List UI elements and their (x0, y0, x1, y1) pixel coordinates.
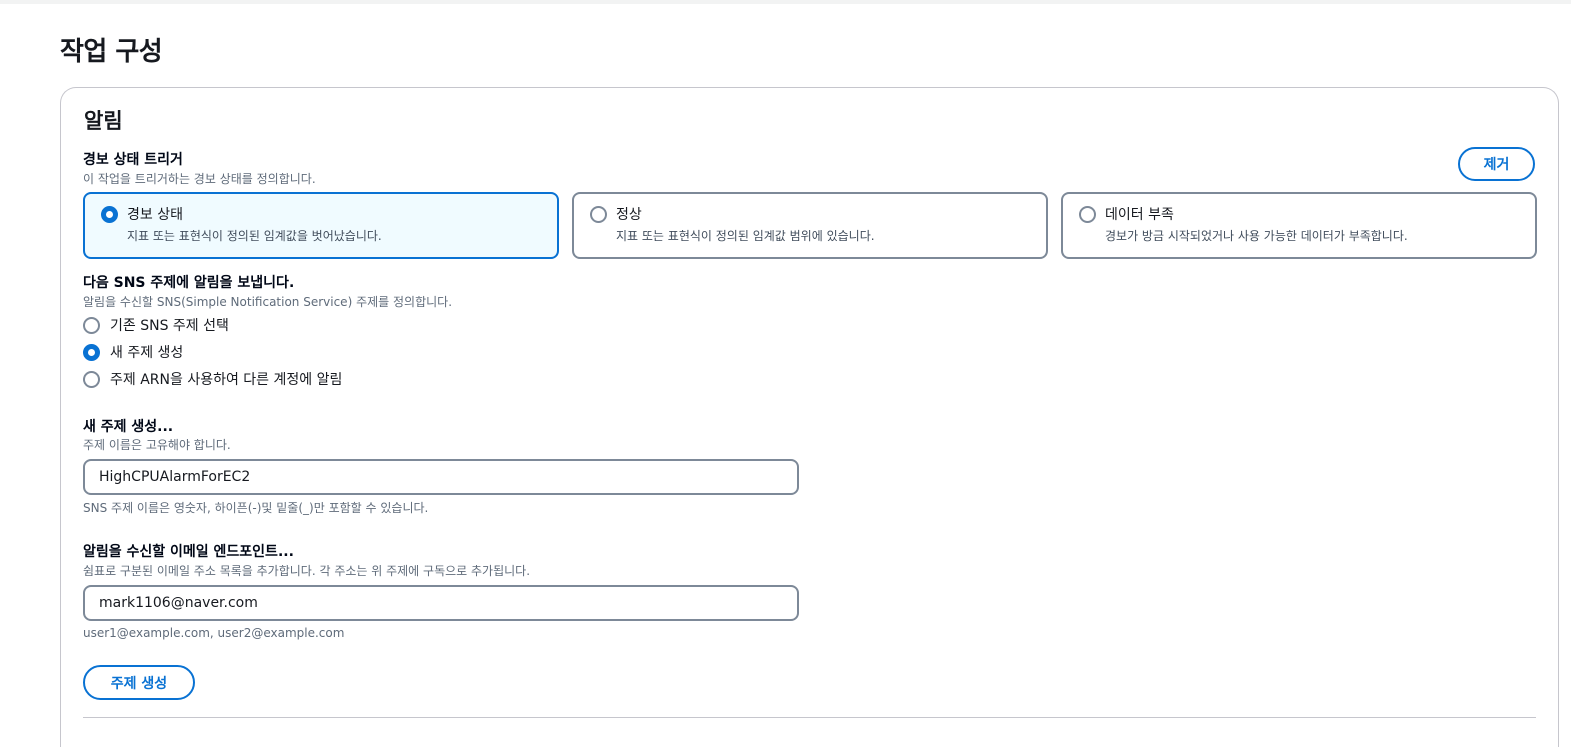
trigger-description: 이 작업을 트리거하는 경보 상태를 정의합니다. (83, 172, 316, 186)
email-hint: user1@example.com, user2@example.com (83, 626, 345, 640)
topic-name-hint: SNS 주제 이름은 영숫자, 하이픈(-)및 밑줄(_)만 포함할 수 있습니… (83, 501, 429, 515)
tile-label: 정상 (616, 207, 642, 223)
tile-label: 데이터 부족 (1105, 207, 1174, 223)
tile-description: 지표 또는 표현식이 정의된 임계값을 벗어났습니다. (127, 229, 382, 243)
sns-description: 알림을 수신할 SNS(Simple Notification Service)… (83, 295, 453, 309)
email-description: 쉼표로 구분된 이메일 주소 목록을 추가합니다. 각 주소는 위 주제에 구독… (83, 564, 531, 578)
tile-description: 지표 또는 표현식이 정의된 임계값 범위에 있습니다. (616, 229, 875, 243)
radio-existing-topic[interactable] (83, 317, 100, 334)
tile-label: 경보 상태 (127, 207, 183, 223)
radio-in-alarm[interactable] (101, 206, 118, 223)
tile-insufficient-data[interactable]: 데이터 부족 경보가 방금 시작되었거나 사용 가능한 데이터가 부족합니다. (1061, 192, 1537, 259)
topic-name-input[interactable] (83, 459, 799, 495)
tile-description: 경보가 방금 시작되었거나 사용 가능한 데이터가 부족합니다. (1105, 229, 1408, 243)
tile-in-alarm[interactable]: 경보 상태 지표 또는 표현식이 정의된 임계값을 벗어났습니다. (83, 192, 559, 259)
tile-ok[interactable]: 정상 지표 또는 표현식이 정의된 임계값 범위에 있습니다. (572, 192, 1048, 259)
notification-card: 알림 경보 상태 트리거 이 작업을 트리거하는 경보 상태를 정의합니다. 제… (60, 87, 1559, 747)
option-label: 주제 ARN을 사용하여 다른 계정에 알림 (110, 372, 343, 388)
sns-option-arn[interactable]: 주제 ARN을 사용하여 다른 계정에 알림 (83, 369, 503, 391)
section-title: 알림 (84, 109, 123, 133)
email-endpoints-input[interactable] (83, 585, 799, 621)
option-label: 기존 SNS 주제 선택 (110, 318, 229, 334)
create-topic-button[interactable]: 주제 생성 (83, 665, 195, 700)
sns-option-new[interactable]: 새 주제 생성 (83, 342, 503, 364)
sns-option-existing[interactable]: 기존 SNS 주제 선택 (83, 315, 503, 337)
radio-topic-arn[interactable] (83, 371, 100, 388)
page-title: 작업 구성 (60, 37, 163, 67)
trigger-label: 경보 상태 트리거 (83, 152, 183, 168)
sns-label: 다음 SNS 주제에 알림을 보냅니다. (83, 275, 295, 291)
new-topic-label: 새 주제 생성... (83, 419, 174, 435)
option-label: 새 주제 생성 (110, 345, 184, 361)
divider (83, 717, 1536, 718)
radio-ok[interactable] (590, 206, 607, 223)
email-label: 알림을 수신할 이메일 엔드포인트... (83, 544, 294, 560)
top-bar (0, 0, 1571, 4)
new-topic-description: 주제 이름은 고유해야 합니다. (83, 438, 231, 452)
remove-button[interactable]: 제거 (1458, 147, 1535, 181)
radio-new-topic[interactable] (83, 344, 100, 361)
radio-insufficient-data[interactable] (1079, 206, 1096, 223)
